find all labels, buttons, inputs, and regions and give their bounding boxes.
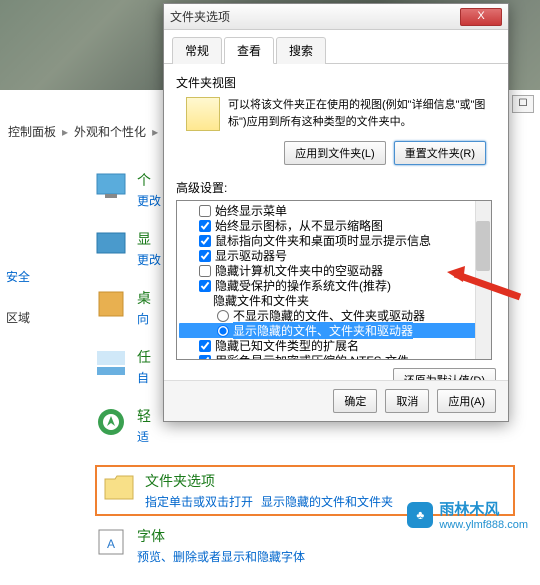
category-title[interactable]: 个 bbox=[137, 170, 161, 190]
advanced-settings-tree[interactable]: 始终显示菜单始终显示图标，从不显示缩略图鼠标指向文件夹和桌面项时显示提示信息显示… bbox=[176, 200, 492, 360]
ease-icon bbox=[95, 406, 127, 438]
tree-row[interactable]: 始终显示菜单 bbox=[179, 203, 489, 218]
dialog-titlebar[interactable]: 文件夹选项 X bbox=[164, 4, 508, 30]
tree-checkbox[interactable] bbox=[199, 280, 211, 292]
tree-row[interactable]: 显示驱动器号 bbox=[179, 248, 489, 263]
breadcrumb-item[interactable]: 控制面板 bbox=[8, 123, 56, 140]
tab-view[interactable]: 查看 bbox=[224, 37, 274, 64]
category-sub: 指定单击或双击打开显示隐藏的文件和文件夹 bbox=[145, 493, 401, 510]
scrollbar-thumb[interactable] bbox=[476, 221, 490, 271]
chevron-right-icon: ▸ bbox=[152, 125, 158, 139]
tree-row[interactable]: 隐藏文件和文件夹 bbox=[179, 293, 489, 308]
dialog-title: 文件夹选项 bbox=[170, 8, 460, 25]
folder-views-text: 可以将该文件夹正在使用的视图(例如"详细信息"或"图标")应用到所有这种类型的文… bbox=[228, 97, 496, 130]
tree-label: 用彩色显示加密或压缩的 NTFS 文件 bbox=[215, 352, 409, 360]
sidebar: 安全 区域 bbox=[0, 160, 60, 358]
folder-views-icon bbox=[186, 97, 220, 131]
tab-content: 文件夹视图 可以将该文件夹正在使用的视图(例如"详细信息"或"图标")应用到所有… bbox=[164, 64, 508, 410]
tree-row[interactable]: 不显示隐藏的文件、文件夹或驱动器 bbox=[179, 308, 489, 323]
tree-checkbox[interactable] bbox=[199, 355, 211, 361]
gadgets-icon bbox=[95, 288, 127, 320]
category-title[interactable]: 轻 bbox=[137, 406, 151, 426]
breadcrumb-item[interactable]: 外观和个性化 bbox=[74, 123, 146, 140]
tree-row[interactable]: 鼠标指向文件夹和桌面项时显示提示信息 bbox=[179, 233, 489, 248]
sidebar-link[interactable]: 安全 bbox=[6, 268, 54, 285]
tree-row[interactable]: 隐藏计算机文件夹中的空驱动器 bbox=[179, 263, 489, 278]
window-restore[interactable]: ☐ bbox=[512, 95, 534, 113]
folder-icon bbox=[103, 471, 135, 503]
category-title[interactable]: 显 bbox=[137, 229, 161, 249]
chevron-right-icon: ▸ bbox=[62, 125, 68, 139]
category-sub[interactable]: 更改 bbox=[137, 251, 161, 268]
tree-radio[interactable] bbox=[217, 325, 229, 337]
folder-options-dialog: 文件夹选项 X 常规 查看 搜索 文件夹视图 可以将该文件夹正在使用的视图(例如… bbox=[163, 3, 509, 422]
tree-checkbox[interactable] bbox=[199, 220, 211, 232]
tree-row[interactable]: 用彩色显示加密或压缩的 NTFS 文件 bbox=[179, 353, 489, 360]
advanced-settings-title: 高级设置: bbox=[176, 179, 496, 196]
tree-row[interactable]: 隐藏受保护的操作系统文件(推荐) bbox=[179, 278, 489, 293]
ok-button[interactable]: 确定 bbox=[333, 389, 377, 413]
folder-views-title: 文件夹视图 bbox=[176, 74, 496, 91]
category-title[interactable]: 任 bbox=[137, 347, 151, 367]
apply-to-folders-button[interactable]: 应用到文件夹(L) bbox=[284, 141, 385, 165]
personalization-icon bbox=[95, 170, 127, 202]
breadcrumb: 控制面板 ▸ 外观和个性化 ▸ bbox=[8, 123, 158, 140]
tree-checkbox[interactable] bbox=[199, 265, 211, 277]
tab-general[interactable]: 常规 bbox=[172, 37, 222, 64]
tree-row[interactable]: 隐藏已知文件类型的扩展名 bbox=[179, 338, 489, 353]
category-sub[interactable]: 预览、删除或者显示和隐藏字体 bbox=[137, 548, 305, 565]
reset-folders-button[interactable]: 重置文件夹(R) bbox=[394, 141, 486, 165]
window-buttons: ☐ bbox=[512, 95, 534, 113]
category-title[interactable]: 桌 bbox=[137, 288, 151, 308]
tab-strip: 常规 查看 搜索 bbox=[164, 30, 508, 64]
logo-badge-icon: ♣ bbox=[407, 502, 433, 528]
logo-text-cn: 雨林木风 bbox=[439, 498, 528, 519]
tree-row[interactable]: 始终显示图标，从不显示缩略图 bbox=[179, 218, 489, 233]
logo-text-url: www.ylmf888.com bbox=[439, 519, 528, 531]
category-sub[interactable]: 自 bbox=[137, 369, 151, 386]
watermark-logo: ♣ 雨林木风 www.ylmf888.com bbox=[407, 498, 528, 531]
display-icon bbox=[95, 229, 127, 261]
svg-text:A: A bbox=[107, 537, 115, 551]
category-title[interactable]: 文件夹选项 bbox=[145, 471, 401, 491]
dialog-footer: 确定 取消 应用(A) bbox=[164, 380, 508, 421]
apply-button[interactable]: 应用(A) bbox=[437, 389, 496, 413]
tab-search[interactable]: 搜索 bbox=[276, 37, 326, 64]
tree-checkbox[interactable] bbox=[199, 235, 211, 247]
close-button[interactable]: X bbox=[460, 8, 502, 26]
sidebar-link[interactable]: 区域 bbox=[6, 309, 54, 326]
scrollbar-vertical[interactable] bbox=[475, 201, 491, 359]
category-sub[interactable]: 适 bbox=[137, 428, 151, 445]
category-title[interactable]: 字体 bbox=[137, 526, 305, 546]
cancel-button[interactable]: 取消 bbox=[385, 389, 429, 413]
tree-checkbox[interactable] bbox=[199, 205, 211, 217]
tree-row[interactable]: 显示隐藏的文件、文件夹和驱动器 bbox=[179, 323, 489, 338]
fonts-icon: A bbox=[95, 526, 127, 558]
tree-checkbox[interactable] bbox=[199, 250, 211, 262]
category-fonts: A 字体预览、删除或者显示和隐藏字体 bbox=[95, 526, 515, 565]
category-sub[interactable]: 向 bbox=[137, 310, 151, 327]
tree-radio[interactable] bbox=[217, 310, 229, 322]
category-sub[interactable]: 更改 bbox=[137, 192, 161, 209]
tree-checkbox[interactable] bbox=[199, 340, 211, 352]
taskbar-icon bbox=[95, 347, 127, 379]
